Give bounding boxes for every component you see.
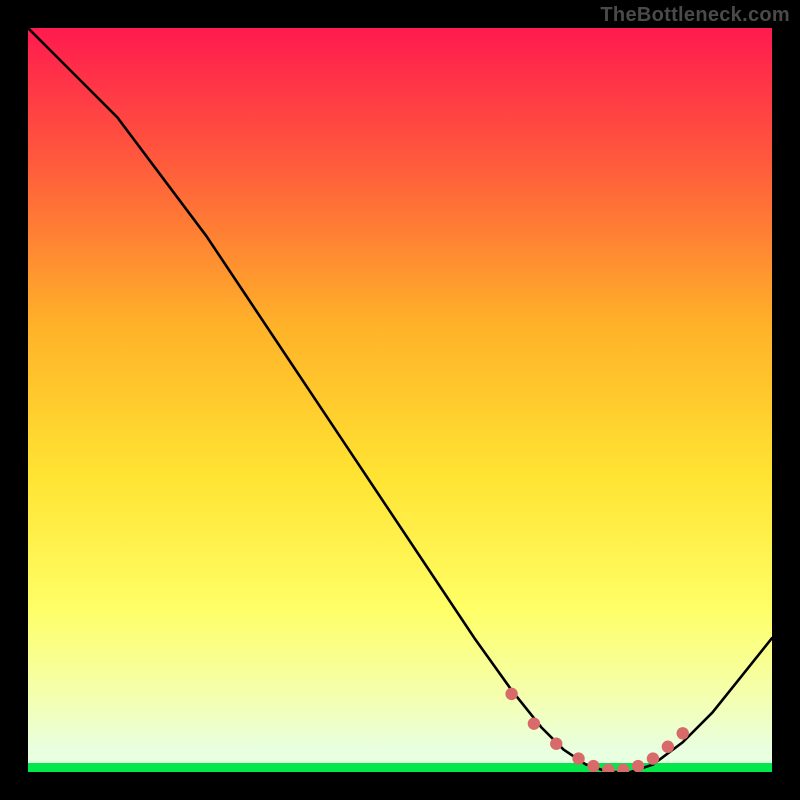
plot-area [28,28,772,772]
gradient-background [28,28,772,772]
valley-marker [662,741,674,753]
green-bottom-band [28,763,772,772]
watermark-text: TheBottleneck.com [600,4,790,27]
valley-marker [528,717,540,729]
chart-frame: TheBottleneck.com [0,0,800,800]
valley-marker [677,727,689,739]
valley-marker [587,760,599,772]
valley-marker [505,688,517,700]
valley-marker [550,738,562,750]
valley-marker [647,752,659,764]
valley-marker [572,752,584,764]
valley-marker [632,760,644,772]
bottleneck-chart [28,28,772,772]
